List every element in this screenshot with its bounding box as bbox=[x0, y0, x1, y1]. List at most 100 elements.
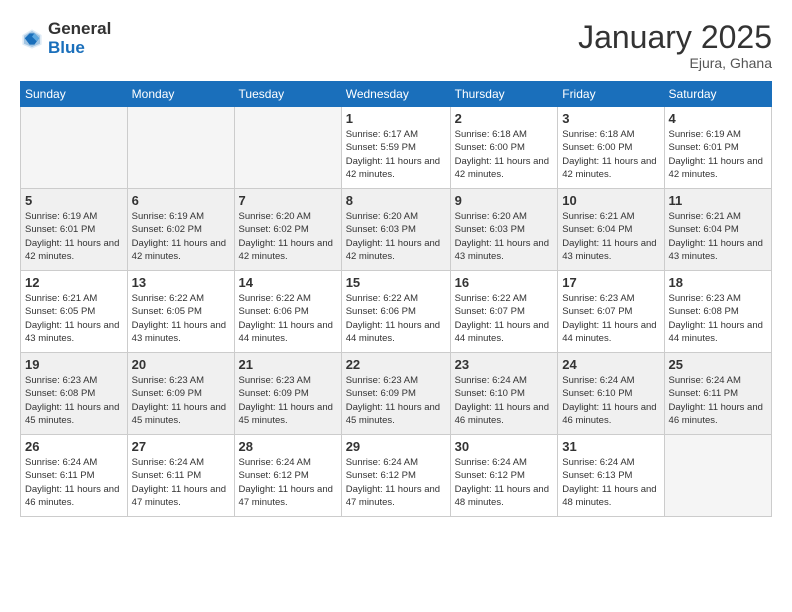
day-number: 1 bbox=[346, 111, 446, 126]
calendar-cell: 1 Sunrise: 6:17 AMSunset: 5:59 PMDaylight… bbox=[341, 107, 450, 189]
calendar-cell: 15Sunrise: 6:22 AMSunset: 6:06 PMDayligh… bbox=[341, 271, 450, 353]
col-header-friday: Friday bbox=[558, 82, 664, 107]
calendar-cell: 13 Sunrise: 6:22 AMSunset: 6:05 PMDayligh… bbox=[127, 271, 234, 353]
day-info: Sunrise: 6:24 AMSunset: 6:12 PMDaylight:… bbox=[239, 456, 337, 509]
day-number: 22 bbox=[346, 357, 446, 372]
calendar-cell: 30Sunrise: 6:24 AMSunset: 6:12 PMDayligh… bbox=[450, 435, 558, 517]
calendar-cell: 26 Sunrise: 6:24 AMSunset: 6:11 PMDayligh… bbox=[21, 435, 128, 517]
day-info: Sunrise: 6:18 AMSunset: 6:00 PMDaylight:… bbox=[562, 128, 659, 181]
day-number: 10 bbox=[562, 193, 659, 208]
calendar-cell: 2 Sunrise: 6:18 AMSunset: 6:00 PMDaylight… bbox=[450, 107, 558, 189]
day-info: Sunrise: 6:19 AMSunset: 6:02 PMDaylight:… bbox=[132, 210, 230, 263]
calendar-cell: 16Sunrise: 6:22 AMSunset: 6:07 PMDayligh… bbox=[450, 271, 558, 353]
day-info: Sunrise: 6:23 AMSunset: 6:08 PMDaylight:… bbox=[25, 374, 123, 427]
day-number: 2 bbox=[455, 111, 554, 126]
calendar-cell: 7Sunrise: 6:20 AMSunset: 6:02 PMDaylight… bbox=[234, 189, 341, 271]
day-info: Sunrise: 6:24 AMSunset: 6:13 PMDaylight:… bbox=[562, 456, 659, 509]
day-number: 14 bbox=[239, 275, 337, 290]
day-number: 11 bbox=[669, 193, 767, 208]
calendar-cell bbox=[664, 435, 771, 517]
day-number: 6 bbox=[132, 193, 230, 208]
day-info: Sunrise: 6:24 AMSunset: 6:11 PMDaylight:… bbox=[25, 456, 123, 509]
day-number: 24 bbox=[562, 357, 659, 372]
col-header-wednesday: Wednesday bbox=[341, 82, 450, 107]
calendar-cell: 25 Sunrise: 6:24 AMSunset: 6:11 PMDayligh… bbox=[664, 353, 771, 435]
day-number: 19 bbox=[25, 357, 123, 372]
calendar-cell: 21 Sunrise: 6:23 AMSunset: 6:09 PMDayligh… bbox=[234, 353, 341, 435]
calendar-cell: 31 Sunrise: 6:24 AMSunset: 6:13 PMDayligh… bbox=[558, 435, 664, 517]
logo-blue: Blue bbox=[48, 39, 111, 58]
day-number: 18 bbox=[669, 275, 767, 290]
day-info: Sunrise: 6:19 AMSunset: 6:01 PMDaylight:… bbox=[25, 210, 123, 263]
calendar-cell: 28 Sunrise: 6:24 AMSunset: 6:12 PMDayligh… bbox=[234, 435, 341, 517]
day-info: Sunrise: 6:22 AMSunset: 6:07 PMDaylight:… bbox=[455, 292, 554, 345]
day-info: Sunrise: 6:24 AMSunset: 6:11 PMDaylight:… bbox=[669, 374, 767, 427]
day-number: 28 bbox=[239, 439, 337, 454]
day-number: 31 bbox=[562, 439, 659, 454]
day-info: Sunrise: 6:21 AMSunset: 6:04 PMDaylight:… bbox=[562, 210, 659, 263]
calendar-cell: 23 Sunrise: 6:24 AMSunset: 6:10 PMDayligh… bbox=[450, 353, 558, 435]
day-info: Sunrise: 6:20 AMSunset: 6:03 PMDaylight:… bbox=[455, 210, 554, 263]
day-info: Sunrise: 6:24 AMSunset: 6:11 PMDaylight:… bbox=[132, 456, 230, 509]
day-info: Sunrise: 6:23 AMSunset: 6:09 PMDaylight:… bbox=[239, 374, 337, 427]
day-number: 20 bbox=[132, 357, 230, 372]
day-number: 12 bbox=[25, 275, 123, 290]
day-number: 8 bbox=[346, 193, 446, 208]
day-number: 9 bbox=[455, 193, 554, 208]
day-number: 4 bbox=[669, 111, 767, 126]
calendar-cell: 14 Sunrise: 6:22 AMSunset: 6:06 PMDayligh… bbox=[234, 271, 341, 353]
location: Ejura, Ghana bbox=[578, 55, 772, 71]
calendar-cell: 18 Sunrise: 6:23 AMSunset: 6:08 PMDayligh… bbox=[664, 271, 771, 353]
day-number: 26 bbox=[25, 439, 123, 454]
day-info: Sunrise: 6:21 AMSunset: 6:05 PMDaylight:… bbox=[25, 292, 123, 345]
calendar-cell: 27 Sunrise: 6:24 AMSunset: 6:11 PMDayligh… bbox=[127, 435, 234, 517]
calendar-cell: 4 Sunrise: 6:19 AMSunset: 6:01 PMDaylight… bbox=[664, 107, 771, 189]
col-header-monday: Monday bbox=[127, 82, 234, 107]
day-info: Sunrise: 6:18 AMSunset: 6:00 PMDaylight:… bbox=[455, 128, 554, 181]
day-info: Sunrise: 6:23 AMSunset: 6:08 PMDaylight:… bbox=[669, 292, 767, 345]
day-info: Sunrise: 6:23 AMSunset: 6:07 PMDaylight:… bbox=[562, 292, 659, 345]
calendar-cell: 12 Sunrise: 6:21 AMSunset: 6:05 PMDayligh… bbox=[21, 271, 128, 353]
calendar-cell: 11 Sunrise: 6:21 AMSunset: 6:04 PMDayligh… bbox=[664, 189, 771, 271]
calendar-cell: 24 Sunrise: 6:24 AMSunset: 6:10 PMDayligh… bbox=[558, 353, 664, 435]
calendar-cell: 5 Sunrise: 6:19 AMSunset: 6:01 PMDaylight… bbox=[21, 189, 128, 271]
day-number: 29 bbox=[346, 439, 446, 454]
calendar-cell: 6 Sunrise: 6:19 AMSunset: 6:02 PMDaylight… bbox=[127, 189, 234, 271]
calendar-cell bbox=[234, 107, 341, 189]
day-number: 25 bbox=[669, 357, 767, 372]
day-info: Sunrise: 6:24 AMSunset: 6:12 PMDaylight:… bbox=[346, 456, 446, 509]
day-info: Sunrise: 6:24 AMSunset: 6:10 PMDaylight:… bbox=[562, 374, 659, 427]
col-header-sunday: Sunday bbox=[21, 82, 128, 107]
calendar-cell: 8 Sunrise: 6:20 AMSunset: 6:03 PMDaylight… bbox=[341, 189, 450, 271]
day-info: Sunrise: 6:24 AMSunset: 6:10 PMDaylight:… bbox=[455, 374, 554, 427]
title-area: January 2025 Ejura, Ghana bbox=[578, 20, 772, 71]
day-number: 21 bbox=[239, 357, 337, 372]
day-info: Sunrise: 6:19 AMSunset: 6:01 PMDaylight:… bbox=[669, 128, 767, 181]
month-title: January 2025 bbox=[578, 20, 772, 55]
calendar-cell: 9 Sunrise: 6:20 AMSunset: 6:03 PMDaylight… bbox=[450, 189, 558, 271]
day-info: Sunrise: 6:20 AMSunset: 6:03 PMDaylight:… bbox=[346, 210, 446, 263]
day-number: 27 bbox=[132, 439, 230, 454]
col-header-thursday: Thursday bbox=[450, 82, 558, 107]
col-header-tuesday: Tuesday bbox=[234, 82, 341, 107]
day-number: 13 bbox=[132, 275, 230, 290]
day-number: 17 bbox=[562, 275, 659, 290]
col-header-saturday: Saturday bbox=[664, 82, 771, 107]
calendar-cell: 20 Sunrise: 6:23 AMSunset: 6:09 PMDayligh… bbox=[127, 353, 234, 435]
calendar-cell: 10 Sunrise: 6:21 AMSunset: 6:04 PMDayligh… bbox=[558, 189, 664, 271]
day-number: 23 bbox=[455, 357, 554, 372]
day-info: Sunrise: 6:22 AMSunset: 6:06 PMDaylight:… bbox=[239, 292, 337, 345]
day-info: Sunrise: 6:21 AMSunset: 6:04 PMDaylight:… bbox=[669, 210, 767, 263]
day-info: Sunrise: 6:22 AMSunset: 6:05 PMDaylight:… bbox=[132, 292, 230, 345]
day-number: 5 bbox=[25, 193, 123, 208]
calendar-cell: 3Sunrise: 6:18 AMSunset: 6:00 PMDaylight… bbox=[558, 107, 664, 189]
logo: General Blue bbox=[20, 20, 111, 57]
day-info: Sunrise: 6:23 AMSunset: 6:09 PMDaylight:… bbox=[132, 374, 230, 427]
logo-icon bbox=[20, 27, 44, 51]
logo-general: General bbox=[48, 20, 111, 39]
day-number: 7 bbox=[239, 193, 337, 208]
day-info: Sunrise: 6:24 AMSunset: 6:12 PMDaylight:… bbox=[455, 456, 554, 509]
calendar: SundayMondayTuesdayWednesdayThursdayFrid… bbox=[20, 81, 772, 517]
day-info: Sunrise: 6:17 AMSunset: 5:59 PMDaylight:… bbox=[346, 128, 446, 181]
calendar-cell bbox=[21, 107, 128, 189]
